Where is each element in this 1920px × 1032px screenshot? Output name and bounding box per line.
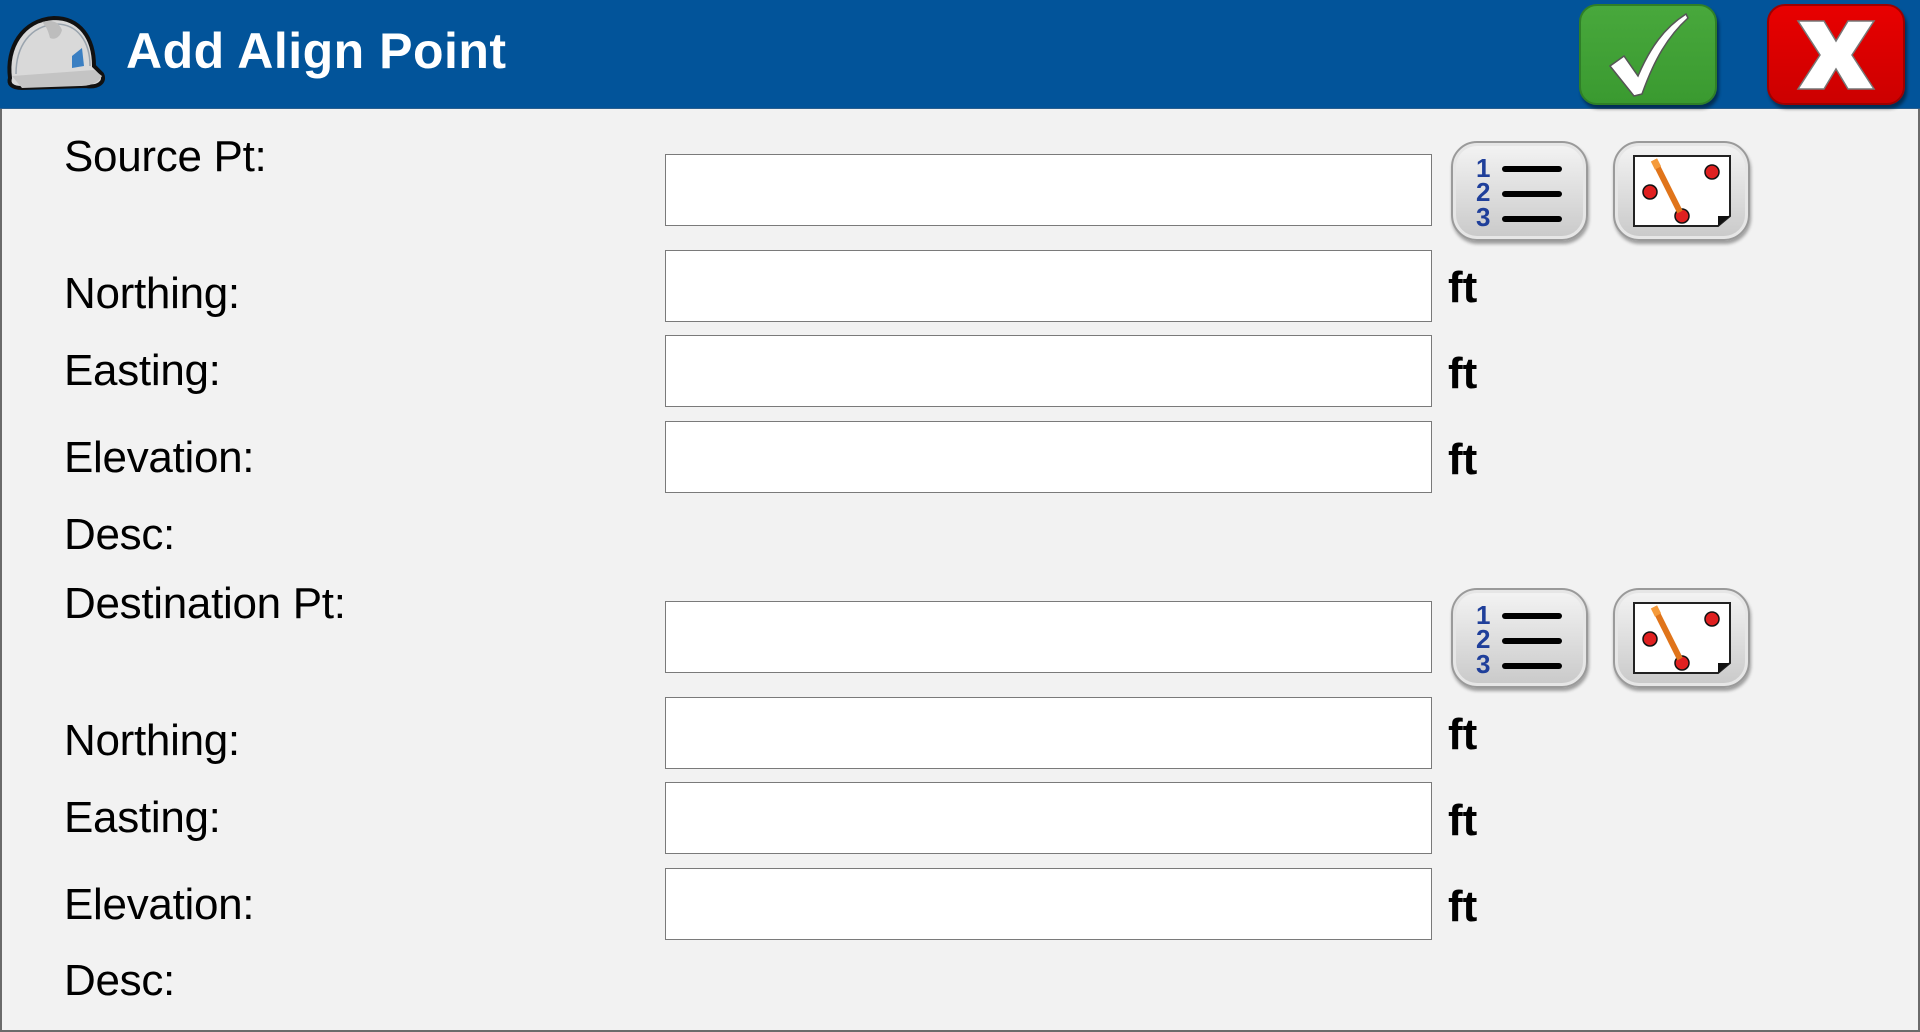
checkmark-icon: [1608, 12, 1689, 97]
destination-easting-input[interactable]: [665, 782, 1432, 854]
source-point-list-button[interactable]: 1 2 3: [1451, 141, 1588, 241]
destination-pt-label: Destination Pt:: [64, 579, 346, 628]
destination-northing-label: Northing:: [64, 716, 240, 765]
destination-desc-label: Desc:: [64, 956, 175, 1005]
destination-map-pick-button[interactable]: [1613, 588, 1750, 688]
map-pick-icon: [1632, 155, 1731, 227]
destination-pt-input[interactable]: [665, 601, 1432, 673]
dialog-title: Add Align Point: [126, 23, 507, 79]
close-x-icon: [1796, 19, 1876, 90]
source-elevation-label: Elevation:: [64, 433, 255, 482]
svg-text:3: 3: [1476, 202, 1490, 231]
source-desc-label: Desc:: [64, 510, 175, 559]
destination-elevation-unit: ft: [1448, 882, 1478, 931]
numbered-list-icon: 1 2 3: [1476, 153, 1562, 231]
numbered-list-icon: 1 2 3: [1476, 600, 1562, 678]
source-easting-unit: ft: [1448, 349, 1478, 398]
source-easting-label: Easting:: [64, 346, 221, 395]
source-easting-input[interactable]: [665, 335, 1432, 407]
ok-button[interactable]: [1579, 4, 1717, 105]
source-map-pick-button[interactable]: [1613, 141, 1750, 241]
destination-northing-input[interactable]: [665, 697, 1432, 769]
destination-northing-unit: ft: [1448, 710, 1478, 759]
cancel-button[interactable]: [1767, 4, 1905, 105]
svg-text:3: 3: [1476, 649, 1490, 678]
destination-elevation-input[interactable]: [665, 868, 1432, 940]
map-pick-icon: [1632, 602, 1731, 674]
destination-point-list-button[interactable]: 1 2 3: [1451, 588, 1588, 688]
source-pt-label: Source Pt:: [64, 132, 267, 181]
hard-hat-icon: [7, 15, 105, 91]
source-elevation-input[interactable]: [665, 421, 1432, 493]
destination-elevation-label: Elevation:: [64, 880, 255, 929]
source-northing-input[interactable]: [665, 250, 1432, 322]
title-bar: Add Align Point: [0, 0, 1920, 109]
source-elevation-unit: ft: [1448, 435, 1478, 484]
source-northing-label: Northing:: [64, 269, 240, 318]
destination-easting-unit: ft: [1448, 796, 1478, 845]
source-pt-input[interactable]: [665, 154, 1432, 226]
source-northing-unit: ft: [1448, 263, 1478, 312]
destination-easting-label: Easting:: [64, 793, 221, 842]
